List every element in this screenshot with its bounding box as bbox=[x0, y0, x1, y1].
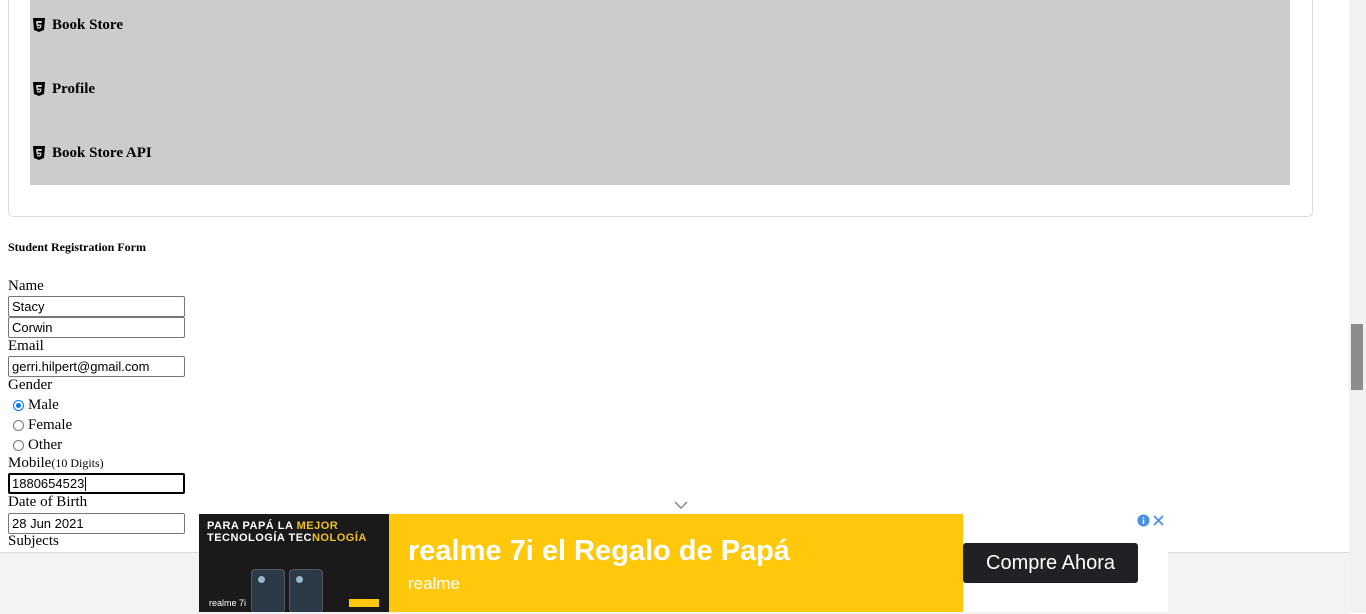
html5-icon bbox=[33, 146, 45, 160]
gender-option-label: Other bbox=[28, 437, 63, 453]
menu-item-label: Book Store bbox=[52, 16, 123, 33]
menu-list: Book Store Profile Book Store API bbox=[30, 0, 1290, 185]
ad-content[interactable]: realme 7i el Regalo de Papá realme bbox=[389, 514, 963, 612]
html5-icon bbox=[33, 18, 45, 32]
email-label: Email bbox=[8, 338, 44, 354]
mobile-input[interactable]: 1880654523 bbox=[8, 473, 185, 494]
last-name-value: Corwin bbox=[12, 320, 53, 335]
first-name-value: Stacy bbox=[12, 299, 45, 314]
mobile-hint: (10 Digits) bbox=[51, 456, 104, 470]
email-value: gerri.hilpert@gmail.com bbox=[12, 359, 150, 374]
gender-option-label: Female bbox=[28, 417, 73, 433]
phone-image bbox=[251, 569, 285, 612]
mobile-value: 1880654523 bbox=[12, 476, 85, 491]
last-name-input[interactable]: Corwin bbox=[8, 317, 185, 338]
radio-button[interactable] bbox=[13, 420, 24, 431]
form-title: Student Registration Form bbox=[8, 240, 146, 254]
ad-image[interactable]: PARA PAPÁ LA MEJOR TECNOLOGÍA TECNOLOGÍA… bbox=[199, 514, 389, 612]
html5-icon bbox=[33, 82, 45, 96]
name-label: Name bbox=[8, 278, 44, 294]
ad-image-text: PARA PAPÁ LA MEJOR TECNOLOGÍA TECNOLOGÍA bbox=[207, 520, 367, 544]
gender-radio-female[interactable]: Female bbox=[13, 417, 72, 434]
gender-option-label: Male bbox=[28, 397, 59, 413]
menu-item-label: Book Store API bbox=[52, 144, 152, 161]
chevron-down-icon[interactable] bbox=[674, 500, 688, 510]
menu-item-book-store[interactable]: Book Store bbox=[30, 13, 123, 37]
info-icon[interactable] bbox=[1137, 514, 1150, 527]
gender-radio-other[interactable]: Other bbox=[13, 437, 62, 454]
ad-image-logo: realme 7i bbox=[209, 598, 247, 608]
gender-radio-male[interactable]: Male bbox=[13, 397, 59, 414]
first-name-input[interactable]: Stacy bbox=[8, 296, 185, 317]
menu-item-label: Profile bbox=[52, 80, 96, 97]
ad-cta-button[interactable]: Compre Ahora bbox=[963, 543, 1138, 583]
mobile-label: Mobile(10 Digits) bbox=[8, 455, 104, 472]
gender-label: Gender bbox=[8, 377, 53, 393]
email-input[interactable]: gerri.hilpert@gmail.com bbox=[8, 356, 185, 377]
subjects-label: Subjects bbox=[8, 533, 59, 549]
ad-controls bbox=[1137, 514, 1167, 530]
radio-button[interactable] bbox=[13, 440, 24, 451]
dob-label: Date of Birth bbox=[8, 494, 88, 510]
text-caret bbox=[85, 476, 87, 491]
close-icon[interactable] bbox=[1152, 514, 1165, 527]
dob-input[interactable]: 28 Jun 2021 bbox=[8, 513, 185, 534]
menu-item-book-store-api[interactable]: Book Store API bbox=[30, 141, 152, 165]
ad-banner[interactable]: PARA PAPÁ LA MEJOR TECNOLOGÍA TECNOLOGÍA… bbox=[199, 514, 1168, 612]
phone-image bbox=[289, 569, 323, 612]
ad-headline[interactable]: realme 7i el Regalo de Papá bbox=[408, 535, 790, 568]
page-scrollbar[interactable] bbox=[1349, 0, 1366, 613]
mobile-label-text: Mobile bbox=[8, 455, 52, 471]
scrollbar-thumb[interactable] bbox=[1351, 324, 1363, 390]
ad-image-badge bbox=[349, 599, 379, 607]
dob-value: 28 Jun 2021 bbox=[12, 516, 84, 531]
radio-button-checked[interactable] bbox=[13, 400, 24, 411]
menu-item-profile[interactable]: Profile bbox=[30, 77, 95, 101]
ad-brand: realme bbox=[408, 574, 460, 593]
